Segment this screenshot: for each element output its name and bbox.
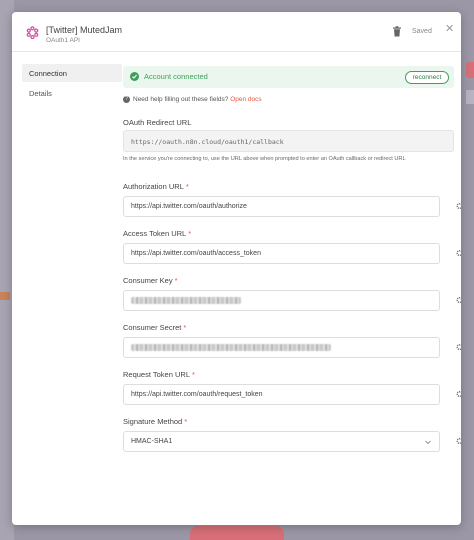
background-panel: [466, 90, 474, 104]
modal-sidebar: Connection Details: [22, 64, 122, 104]
consumer-key-label: Consumer Key *: [123, 276, 178, 285]
credential-title[interactable]: [Twitter] MutedJam: [46, 25, 122, 35]
saved-status: Saved: [412, 28, 432, 35]
redirect-url-hint: In the service you're connecting to, use…: [123, 156, 406, 162]
gear-icon[interactable]: [456, 296, 461, 306]
field-label: Signature Method: [123, 417, 183, 426]
authorization-url-input[interactable]: https://api.twitter.com/oauth/authorize: [123, 196, 440, 217]
required-marker: *: [188, 229, 192, 238]
field-label: Access Token URL: [123, 229, 187, 238]
credential-modal: [Twitter] MutedJam OAuth1 API Saved ✕ Co…: [12, 12, 461, 525]
gear-icon[interactable]: [456, 390, 461, 400]
question-icon: ?: [123, 96, 130, 103]
required-marker: *: [174, 276, 178, 285]
credential-type: OAuth1 API: [46, 37, 80, 44]
field-label: Request Token URL: [123, 370, 190, 379]
help-label: Need help filling out these fields?: [133, 96, 229, 104]
sidebar-item-connection[interactable]: Connection: [22, 64, 122, 82]
gear-icon[interactable]: [456, 202, 461, 212]
required-marker: *: [184, 417, 188, 426]
field-label: OAuth Redirect URL: [123, 118, 192, 127]
field-label: Authorization URL: [123, 182, 184, 191]
required-marker: *: [185, 182, 189, 191]
n8n-logo-icon: [26, 26, 39, 39]
gear-icon[interactable]: [456, 249, 461, 259]
field-label: Consumer Key: [123, 276, 173, 285]
redirect-url-field[interactable]: https://oauth.n8n.cloud/oauth1/callback: [123, 130, 454, 152]
modal-header: [Twitter] MutedJam OAuth1 API Saved ✕: [12, 12, 461, 52]
background-badge: [0, 292, 10, 300]
trash-icon[interactable]: [392, 26, 402, 37]
access-token-url-input[interactable]: https://api.twitter.com/oauth/access_tok…: [123, 243, 440, 264]
close-icon[interactable]: ✕: [445, 24, 454, 35]
consumer-secret-label: Consumer Secret *: [123, 323, 186, 332]
consumer-secret-input[interactable]: [123, 337, 440, 358]
redirect-url-label: OAuth Redirect URL: [123, 118, 191, 127]
gear-icon[interactable]: [456, 437, 461, 447]
signature-method-select[interactable]: HMAC-SHA1: [123, 431, 440, 452]
consumer-key-input[interactable]: [123, 290, 440, 311]
redacted-value: [131, 297, 241, 304]
required-marker: *: [183, 323, 187, 332]
authorization-url-label: Authorization URL *: [123, 182, 189, 191]
background-button: [466, 62, 474, 78]
connected-status: Account connected: [144, 72, 208, 81]
request-token-url-label: Request Token URL *: [123, 370, 195, 379]
redacted-value: [131, 344, 331, 351]
open-docs-link[interactable]: Open docs: [230, 96, 261, 103]
field-label: Consumer Secret: [123, 323, 182, 332]
request-token-url-input[interactable]: https://api.twitter.com/oauth/request_to…: [123, 384, 440, 405]
required-marker: *: [191, 370, 195, 379]
signature-method-label: Signature Method *: [123, 417, 187, 426]
check-circle-icon: [130, 72, 139, 81]
sidebar-item-details[interactable]: Details: [22, 84, 122, 102]
access-token-url-label: Access Token URL *: [123, 229, 191, 238]
help-text: ? Need help filling out these fields? Ope…: [123, 96, 262, 103]
gear-icon[interactable]: [456, 343, 461, 353]
background-button: [190, 526, 284, 540]
connected-banner: Account connected reconnect: [123, 66, 454, 88]
chevron-down-icon: [425, 440, 431, 445]
selected-option: HMAC-SHA1: [131, 438, 173, 445]
reconnect-button[interactable]: reconnect: [405, 70, 449, 84]
